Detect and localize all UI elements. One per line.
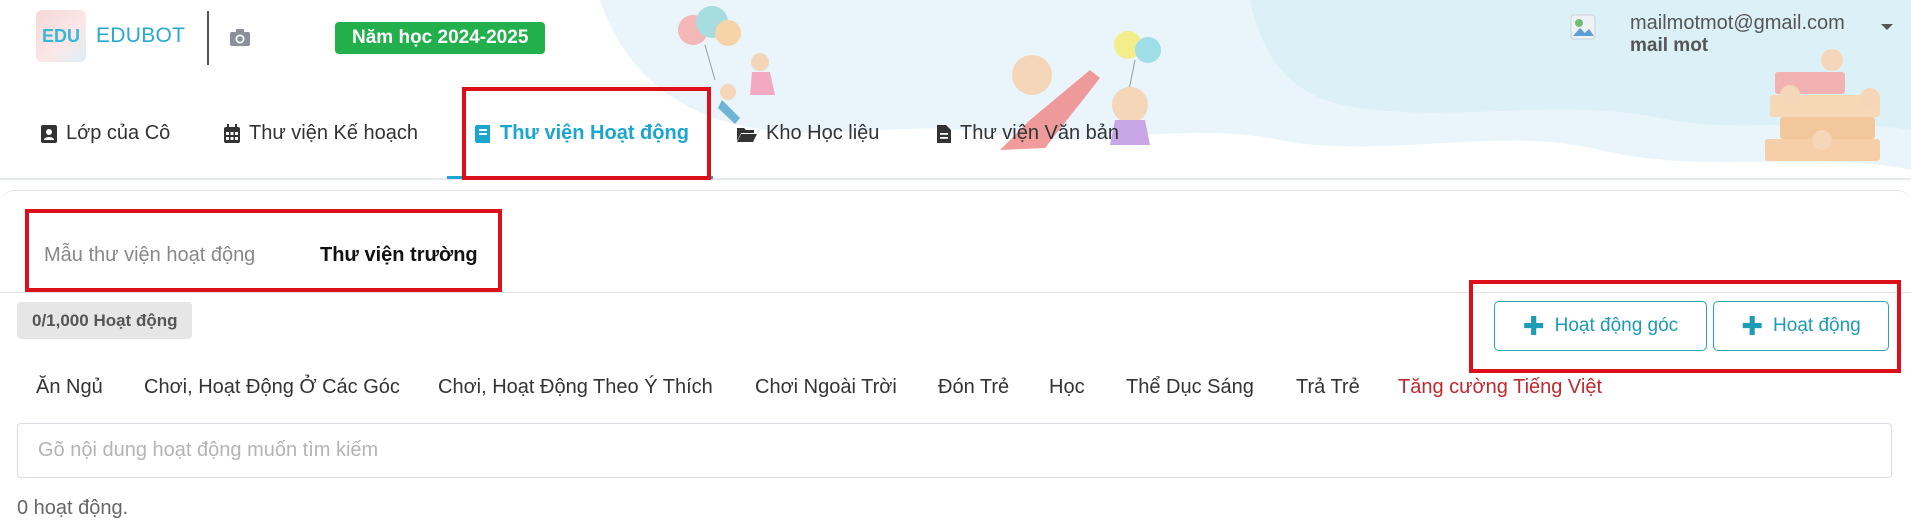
plus-icon: ✚ [1741,311,1764,341]
class-icon [41,125,57,143]
logo-mark-text: EDU [41,25,80,46]
result-count-text: 0 hoạt động. [17,497,129,519]
category-item[interactable]: Chơi, Hoạt Động Ở Các Góc [144,376,400,399]
camera-icon[interactable] [226,24,254,52]
app-header: EDU EDUBOT Năm học 2024-2025 mailmotmot@… [0,0,1911,180]
logo-mark: EDU [36,10,86,62]
category-item[interactable]: Trả Trẻ [1296,376,1360,399]
user-email: mailmotmot@gmail.com [1630,12,1845,34]
nav-item-activity-library[interactable]: Thư viện Hoạt động [474,100,689,180]
subtab-school-library[interactable]: Thư viện trường [320,244,478,267]
category-item[interactable]: Học [1049,376,1085,399]
add-corner-activity-button[interactable]: ✚ Hoạt động góc [1494,301,1707,351]
nav-item-class[interactable]: Lớp của Cô [40,100,170,180]
nav-item-label: Lớp của Cô [66,122,171,144]
button-label: Hoạt động [1773,315,1861,336]
nav-item-learning-materials[interactable]: Kho Học liệu [736,100,879,180]
logo-text: EDUBOT [96,24,186,47]
nav-item-label: Thư viện Kế hoạch [249,122,419,144]
header-separator [0,178,1911,180]
button-label: Hoạt động góc [1554,315,1679,336]
add-activity-button[interactable]: ✚ Hoạt động [1713,301,1889,351]
nav-item-label: Kho Học liệu [766,122,880,144]
calendar-icon [224,124,240,143]
plus-icon: ✚ [1522,311,1545,341]
category-item-vietnamese[interactable]: Tăng cường Tiếng Việt [1398,376,1602,399]
subtab-separator [0,292,1911,293]
category-item[interactable]: Ăn Ngủ [36,376,103,399]
chevron-down-icon[interactable] [1880,22,1894,32]
category-item[interactable]: Đón Trẻ [938,376,1009,399]
folder-open-icon [737,128,757,142]
subtab-activity-templates[interactable]: Mẫu thư viện hoạt động [44,244,255,267]
category-item[interactable]: Chơi Ngoài Trời [755,376,897,399]
category-item[interactable]: Chơi, Hoạt Động Theo Ý Thích [438,376,713,399]
nav-item-label: Thư viện Văn bản [960,122,1120,144]
school-year-badge[interactable]: Năm học 2024-2025 [335,22,546,54]
nav-item-document-library[interactable]: Thư viện Văn bản [936,100,1119,180]
user-name: mail mot [1630,35,1709,56]
activity-search-input[interactable] [17,423,1892,478]
nav-item-plan-library[interactable]: Thư viện Kế hoạch [223,100,418,180]
header-divider [207,11,209,65]
user-menu[interactable]: mailmotmot@gmail.com mail mot [1570,12,1900,62]
app-logo[interactable]: EDU EDUBOT [36,10,185,62]
book-icon [475,125,490,143]
active-tab-indicator [447,176,713,179]
activity-count-badge: 0/1,000 Hoạt động [17,302,193,339]
document-icon [937,125,951,143]
category-item[interactable]: Thể Dục Sáng [1126,376,1254,399]
nav-item-label: Thư viện Hoạt động [500,122,689,144]
avatar-icon [1570,14,1596,40]
